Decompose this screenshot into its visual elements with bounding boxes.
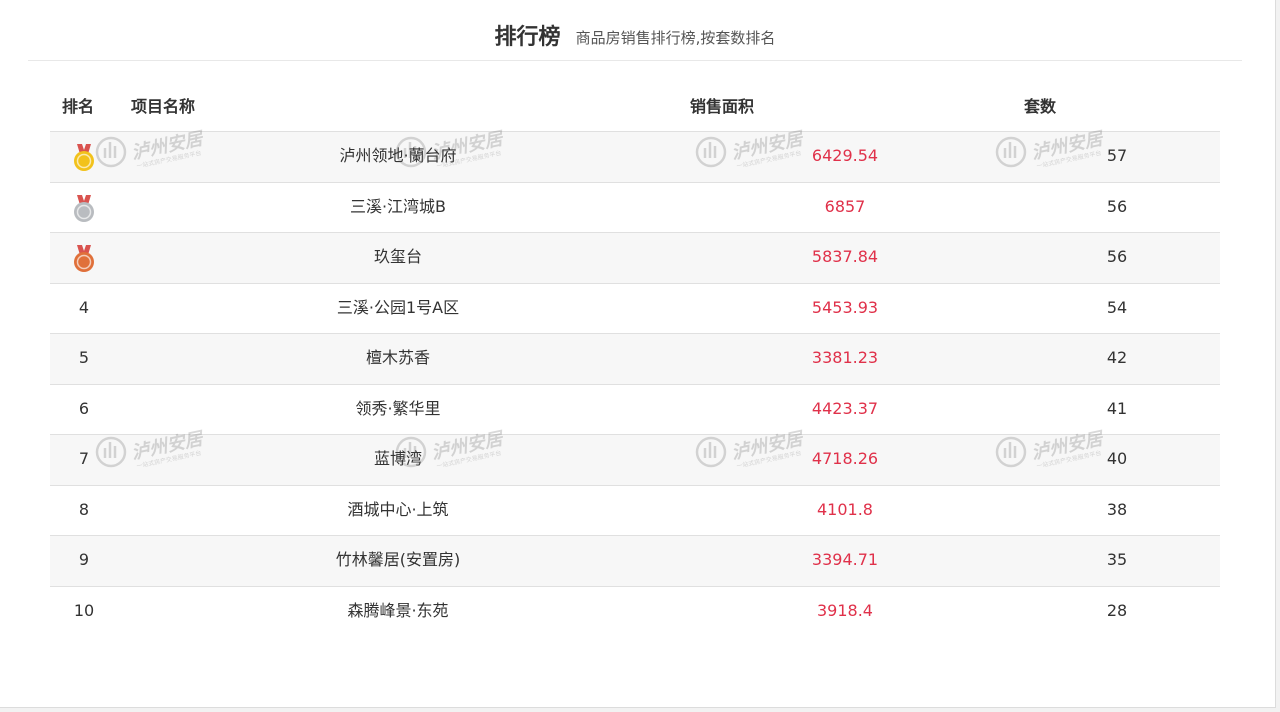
project-name: 森腾峰景·东苑	[347, 600, 449, 620]
table-row: 10 森腾峰景·东苑 3918.4 28	[50, 585, 1220, 637]
sales-area: 6857	[824, 196, 866, 216]
rank-cell: 6	[78, 398, 90, 418]
project-name: 泸州领地·蘭台府	[339, 146, 457, 165]
rank-cell: 7	[78, 449, 90, 468]
unit-count: 41	[1106, 398, 1128, 418]
panel-header: 排行榜 商品房销售排行榜,按套数排名	[28, 18, 1242, 61]
table-row: 三溪·江湾城B 6857 56	[50, 181, 1220, 233]
sales-area: 3394.71	[811, 550, 879, 569]
sales-area: 3918.4	[817, 600, 873, 620]
table-row: 泸州领地·蘭台府 6429.54 57	[50, 131, 1220, 182]
unit-count: 54	[1106, 297, 1128, 317]
sales-area: 4718.26	[811, 449, 879, 468]
sales-area: 4101.8	[817, 499, 873, 519]
project-name: 檀木苏香	[365, 348, 430, 367]
ranking-panel: 排行榜 商品房销售排行榜,按套数排名 排名 项目名称 销售面积 套数 泸州领地·…	[0, 0, 1276, 708]
unit-count: 28	[1106, 600, 1128, 620]
project-name: 竹林馨居(安置房)	[335, 550, 461, 569]
rank-cell	[50, 132, 118, 182]
unit-count: 56	[1106, 196, 1128, 216]
unit-count: 40	[1106, 449, 1128, 468]
table-row: 4 三溪·公园1号A区 5453.93 54	[50, 282, 1220, 334]
unit-count: 57	[1106, 146, 1128, 165]
rank-cell: 10	[73, 600, 95, 620]
column-header-area: 销售面积	[690, 97, 755, 116]
project-name: 玖玺台	[373, 247, 422, 266]
table-row: 5 檀木苏香 3381.23 42	[50, 333, 1220, 384]
rank-cell: 9	[78, 550, 90, 569]
bronze-medal-icon	[74, 245, 94, 272]
silver-medal-icon	[74, 194, 94, 222]
sales-area: 5837.84	[811, 247, 879, 266]
table-row: 6 领秀·繁华里 4423.37 41	[50, 383, 1220, 435]
gold-medal-icon	[74, 144, 94, 171]
table-row: 玖玺台 5837.84 56	[50, 232, 1220, 283]
table-row: 7 蓝博湾 4718.26 40	[50, 434, 1220, 485]
rank-cell: 5	[78, 348, 90, 367]
table-row: 9 竹林馨居(安置房) 3394.71 35	[50, 535, 1220, 586]
column-header-rank: 排名	[62, 97, 95, 116]
project-name: 领秀·繁华里	[355, 398, 441, 418]
column-header-count: 套数	[1024, 97, 1057, 116]
rank-cell	[50, 233, 118, 283]
project-name: 三溪·江湾城B	[349, 196, 447, 216]
column-header-name: 项目名称	[131, 97, 196, 116]
unit-count: 35	[1106, 550, 1128, 569]
rank-cell	[50, 183, 118, 233]
table-row: 8 酒城中心·上筑 4101.8 38	[50, 484, 1220, 536]
unit-count: 42	[1106, 348, 1128, 367]
project-name: 三溪·公园1号A区	[336, 297, 460, 317]
sales-area: 4423.37	[811, 398, 879, 418]
rank-cell: 8	[78, 499, 90, 519]
rank-cell: 4	[78, 297, 90, 317]
sales-area: 5453.93	[811, 297, 879, 317]
unit-count: 56	[1106, 247, 1128, 266]
sales-area: 3381.23	[811, 348, 879, 367]
project-name: 蓝博湾	[373, 449, 422, 468]
sales-area: 6429.54	[811, 146, 879, 165]
project-name: 酒城中心·上筑	[347, 499, 449, 519]
page-title: 排行榜	[494, 25, 561, 50]
unit-count: 38	[1106, 499, 1128, 519]
ranking-table: 泸州领地·蘭台府 6429.54 57 三溪·江湾城B 6857 56 玖玺台 5837.84…	[50, 131, 1220, 636]
page-subtitle: 商品房销售排行榜,按套数排名	[575, 29, 776, 47]
